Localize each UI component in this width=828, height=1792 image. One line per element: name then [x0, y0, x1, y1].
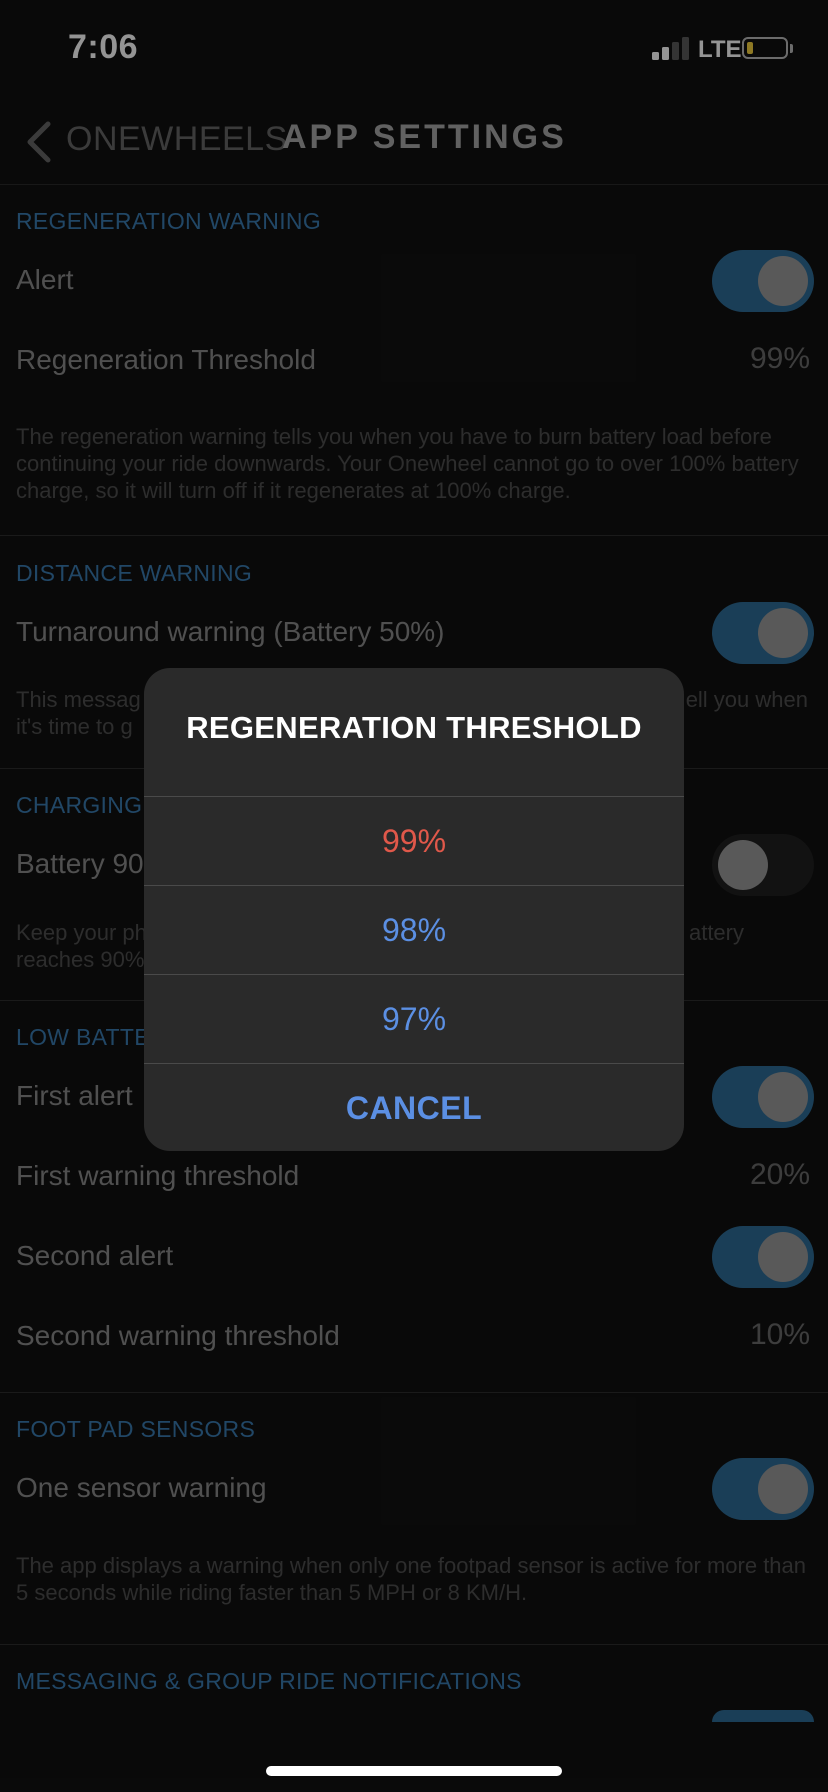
home-indicator[interactable]: [266, 1766, 562, 1776]
cancel-button[interactable]: CANCEL: [144, 1063, 684, 1151]
option-98-percent[interactable]: 98%: [144, 885, 684, 974]
dialog-title: REGENERATION THRESHOLD: [186, 710, 642, 745]
option-99-percent[interactable]: 99%: [144, 796, 684, 885]
regeneration-threshold-dialog: REGENERATION THRESHOLD 99% 98% 97% CANCE…: [144, 668, 684, 1151]
option-97-percent[interactable]: 97%: [144, 974, 684, 1063]
